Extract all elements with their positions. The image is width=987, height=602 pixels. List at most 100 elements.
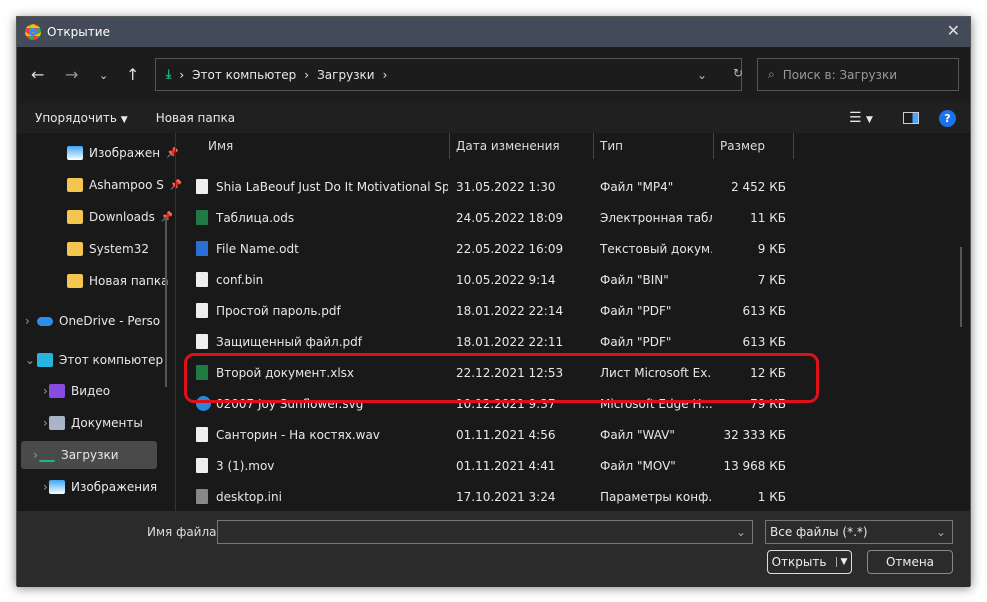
file-row[interactable]: Shia LaBeouf Just Do It Motivational Spe… (192, 174, 802, 200)
chevron-down-icon: ⌄ (935, 525, 946, 539)
cancel-button[interactable]: Отмена (867, 550, 953, 574)
close-button[interactable]: ✕ (947, 21, 960, 40)
column-header-size[interactable]: Размер (720, 139, 765, 153)
pdf-icon (196, 303, 208, 318)
file-name: Таблица.ods (216, 211, 295, 225)
sidebar-item[interactable]: Downloads 📌 (47, 203, 173, 231)
file-size: 613 КБ (742, 335, 786, 349)
chevron-right-icon[interactable]: › (31, 384, 48, 398)
file-row[interactable]: Санторин - На костях.wav 01.11.2021 4:56… (192, 422, 802, 448)
file-icon (196, 272, 208, 287)
sidebar-item[interactable]: Изображен 📌 (47, 139, 179, 167)
file-type-select[interactable]: Все файлы (*.*) ⌄ (765, 520, 953, 544)
up-button[interactable]: ↑ (126, 65, 139, 84)
file-name: Shia LaBeouf Just Do It Motivational Spe… (216, 180, 448, 194)
file-type: Файл "PDF" (600, 304, 672, 318)
pictures-icon (49, 480, 65, 494)
chevron-right-icon[interactable]: › (31, 416, 48, 430)
file-size: 11 КБ (750, 211, 786, 225)
organize-button[interactable]: Упорядочить ▼ (35, 111, 128, 125)
media-icon (196, 179, 208, 194)
file-date: 22.05.2022 16:09 (456, 242, 564, 256)
search-icon: ⌕ (768, 67, 775, 81)
breadcrumb-item[interactable]: Загрузки (317, 68, 375, 82)
column-header-name[interactable]: Имя (208, 139, 233, 153)
navigation-bar: ← → ⌄ ↑ ⤓ › Этот компьютер › Загрузки › … (17, 47, 970, 103)
file-type: Параметры конф... (600, 490, 712, 504)
file-size: 32 333 КБ (723, 428, 786, 442)
file-row[interactable]: File Name.odt 22.05.2022 16:09 Текстовый… (192, 236, 802, 262)
chevron-right-icon[interactable]: › (31, 480, 48, 494)
sidebar-item[interactable]: › OneDrive - Perso (21, 307, 160, 335)
file-date: 24.05.2022 18:09 (456, 211, 564, 225)
file-type: Файл "WAV" (600, 428, 675, 442)
sidebar-item-label: Новая папка (89, 274, 169, 288)
sidebar-item[interactable]: › Загрузки (21, 441, 157, 469)
back-button[interactable]: ← (31, 65, 44, 84)
column-header-date[interactable]: Дата изменения (456, 139, 560, 153)
open-button[interactable]: Открыть ▼ (767, 550, 852, 574)
file-date: 01.11.2021 4:41 (456, 459, 556, 473)
sidebar-item-label: Downloads (89, 210, 155, 224)
address-dropdown-icon[interactable]: ⌄ (697, 68, 707, 82)
chevron-down-icon[interactable]: ⌄ (736, 525, 746, 539)
sidebar-item-label: Загрузки (61, 448, 119, 462)
documents-icon (49, 416, 65, 430)
sidebar-item[interactable]: › Изображения (31, 473, 157, 501)
breadcrumb-item[interactable]: Этот компьютер (192, 68, 296, 82)
download-icon: ⤓ (166, 67, 172, 81)
address-bar[interactable]: ⤓ › Этот компьютер › Загрузки › ⌄ ↻ (155, 58, 743, 91)
open-dropdown-icon[interactable]: ▼ (836, 557, 847, 567)
sidebar-item-label: System32 (89, 242, 150, 256)
refresh-button[interactable]: ↻ (733, 66, 743, 80)
search-input[interactable]: ⌕ Поиск в: Загрузки (757, 58, 959, 91)
sidebar-item-label: Изображения (71, 480, 158, 494)
new-folder-button[interactable]: Новая папка (156, 111, 235, 125)
file-type-value: Все файлы (*.*) (770, 525, 868, 539)
file-date: 18.01.2022 22:14 (456, 304, 564, 318)
file-date: 17.10.2021 3:24 (456, 490, 556, 504)
video-icon (49, 384, 65, 398)
sidebar-item-label: Документы (71, 416, 143, 430)
file-type: Текстовый докум... (600, 242, 712, 256)
sidebar-item[interactable]: Новая папка (47, 267, 168, 295)
file-name: File Name.odt (216, 242, 299, 256)
chevron-right-icon[interactable]: › (21, 314, 31, 328)
preview-pane-icon[interactable] (903, 112, 919, 124)
file-type: Файл "PDF" (600, 335, 672, 349)
sidebar-item[interactable]: ⌄ Этот компьютер (21, 346, 163, 374)
file-name: desktop.ini (216, 490, 282, 504)
recent-locations-button[interactable]: ⌄ (99, 69, 108, 82)
chevron-right-icon[interactable]: › (21, 448, 38, 462)
sidebar-item[interactable]: System32 (47, 235, 149, 263)
sidebar-item[interactable]: › Документы (31, 409, 143, 437)
highlight-annotation (184, 353, 819, 403)
file-row[interactable]: Простой пароль.pdf 18.01.2022 22:14 Файл… (192, 298, 802, 324)
file-list-scrollbar[interactable] (960, 247, 962, 327)
file-row[interactable]: Таблица.ods 24.05.2022 18:09 Электронная… (192, 205, 802, 231)
file-row[interactable]: 3 (1).mov 01.11.2021 4:41 Файл "MOV" 13 … (192, 453, 802, 479)
column-header-type[interactable]: Тип (600, 139, 623, 153)
sidebar-item[interactable]: Ashampoo S 📌 (47, 171, 182, 199)
chevron-icon: › (382, 67, 388, 82)
forward-button[interactable]: → (65, 65, 78, 84)
pin-icon: 📌 (160, 211, 174, 223)
sidebar-scrollbar[interactable] (165, 217, 167, 387)
open-label: Открыть (771, 555, 827, 569)
file-row[interactable]: conf.bin 10.05.2022 9:14 Файл "BIN" 7 КБ (192, 267, 802, 293)
help-icon[interactable]: ? (939, 109, 956, 127)
view-options-icon[interactable]: ☰ ▼ (849, 110, 873, 126)
media-icon (196, 458, 208, 473)
folder-icon (67, 274, 83, 288)
chevron-icon: › (179, 67, 185, 82)
filename-input[interactable]: ⌄ (217, 520, 753, 544)
chrome-icon (25, 24, 41, 40)
sidebar-item[interactable]: › Видео (31, 377, 110, 405)
file-size: 7 КБ (757, 273, 786, 287)
chevron-down-icon[interactable]: ⌄ (21, 353, 35, 367)
file-row[interactable]: desktop.ini 17.10.2021 3:24 Параметры ко… (192, 484, 802, 510)
folder-icon (67, 178, 83, 192)
toolbar: Упорядочить ▼ Новая папка ☰ ▼ ? (17, 103, 970, 133)
onedrive-icon (37, 316, 53, 326)
file-row[interactable]: Защищенный файл.pdf 18.01.2022 22:11 Фай… (192, 329, 802, 355)
